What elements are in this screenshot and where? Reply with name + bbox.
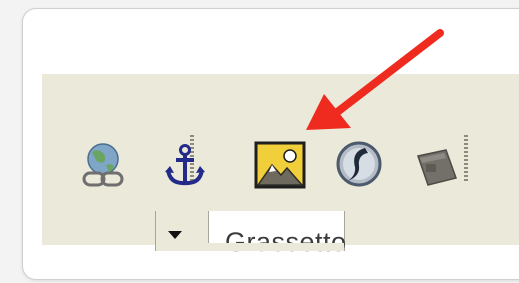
annotation-arrow xyxy=(306,29,444,130)
